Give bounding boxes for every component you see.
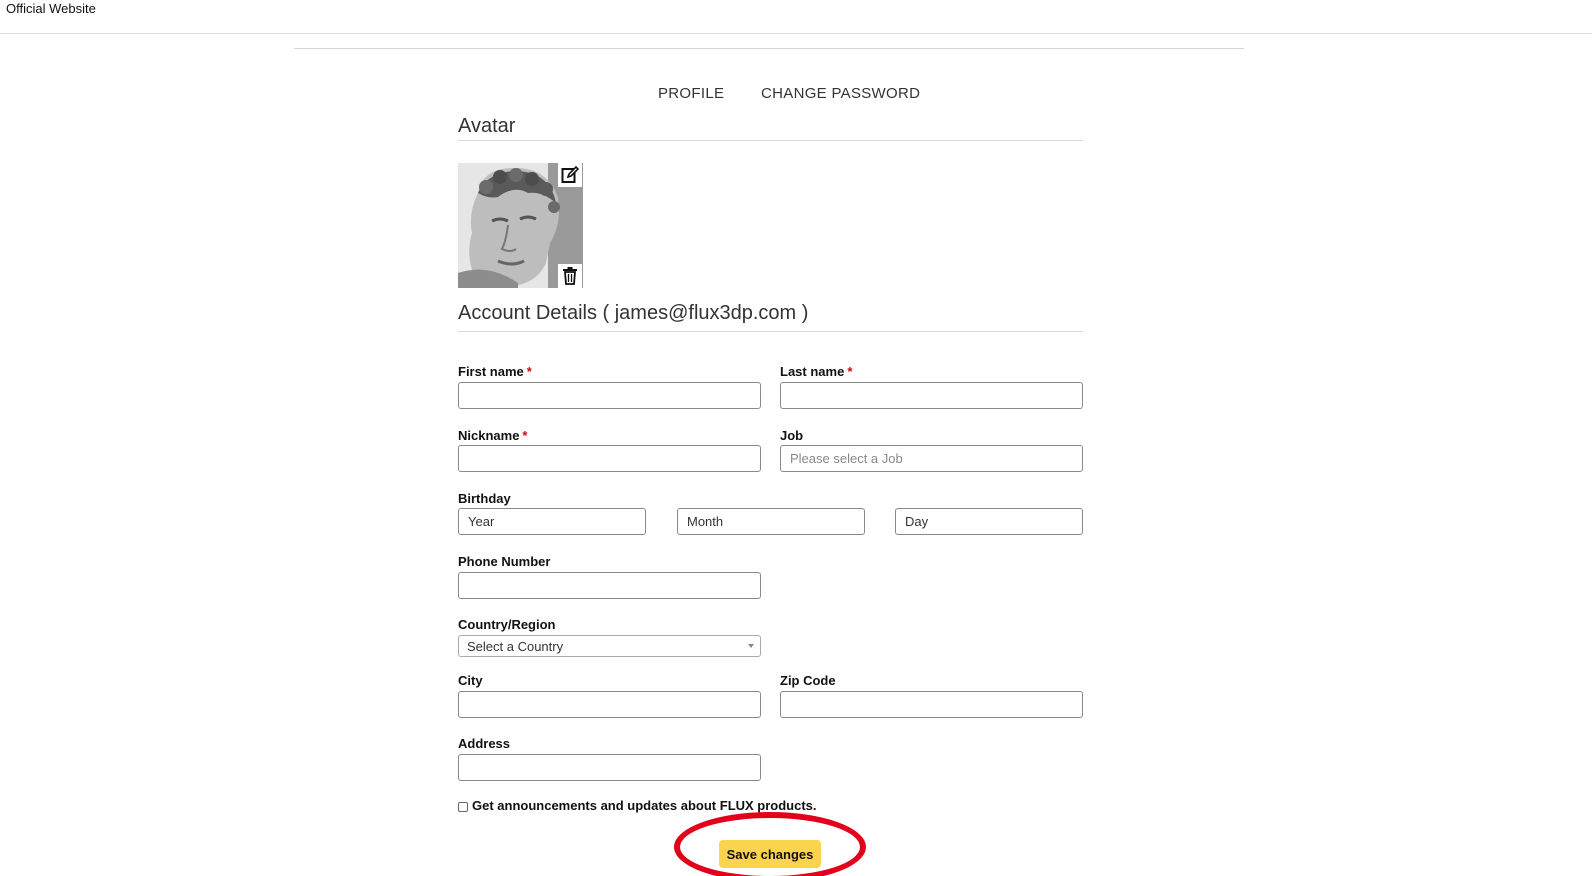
phone-number-label: Phone Number — [458, 554, 551, 569]
zip-code-label: Zip Code — [780, 673, 836, 688]
job-label: Job — [780, 428, 804, 443]
official-website-link[interactable]: Official Website — [6, 1, 96, 16]
header-divider — [294, 48, 1244, 49]
address-label: Address — [458, 736, 511, 751]
account-section-divider — [458, 331, 1083, 332]
country-region-label: Country/Region — [458, 617, 556, 632]
newsletter-checkbox-label[interactable]: Get announcements and updates about FLUX… — [472, 798, 817, 813]
nickname-input[interactable] — [458, 445, 761, 472]
birthday-day-select[interactable]: Day — [895, 508, 1083, 535]
first-name-input[interactable] — [458, 382, 761, 409]
save-changes-button[interactable]: Save changes — [719, 840, 821, 868]
avatar-section-title: Avatar — [458, 115, 516, 137]
edit-icon[interactable] — [558, 163, 582, 187]
nickname-label: Nickname * — [458, 428, 528, 443]
chevron-down-icon — [748, 644, 754, 648]
zip-code-input[interactable] — [780, 691, 1083, 718]
birthday-year-select[interactable]: Year — [458, 508, 646, 535]
top-bar: Official Website — [0, 0, 1592, 34]
account-details-title: Account Details ( james@flux3dp.com ) — [458, 302, 809, 324]
city-label: City — [458, 673, 483, 688]
required-mark: * — [847, 364, 853, 379]
job-input[interactable] — [780, 445, 1083, 472]
country-selected-value: Select a Country — [467, 638, 564, 654]
country-select[interactable]: Select a Country — [458, 635, 761, 657]
address-input[interactable] — [458, 754, 761, 781]
avatar — [458, 163, 583, 288]
last-name-input[interactable] — [780, 382, 1083, 409]
last-name-label: Last name * — [780, 364, 853, 379]
birthday-label: Birthday — [458, 491, 511, 506]
tab-change-password[interactable]: CHANGE PASSWORD — [761, 85, 920, 102]
required-mark: * — [526, 364, 532, 379]
phone-number-input[interactable] — [458, 572, 761, 599]
avatar-section-divider — [458, 140, 1083, 141]
first-name-label: First name * — [458, 364, 532, 379]
required-mark: * — [522, 428, 528, 443]
birthday-month-select[interactable]: Month — [677, 508, 865, 535]
tab-profile[interactable]: PROFILE — [658, 85, 724, 102]
city-input[interactable] — [458, 691, 761, 718]
newsletter-checkbox[interactable] — [458, 802, 468, 812]
trash-icon[interactable] — [558, 264, 582, 288]
